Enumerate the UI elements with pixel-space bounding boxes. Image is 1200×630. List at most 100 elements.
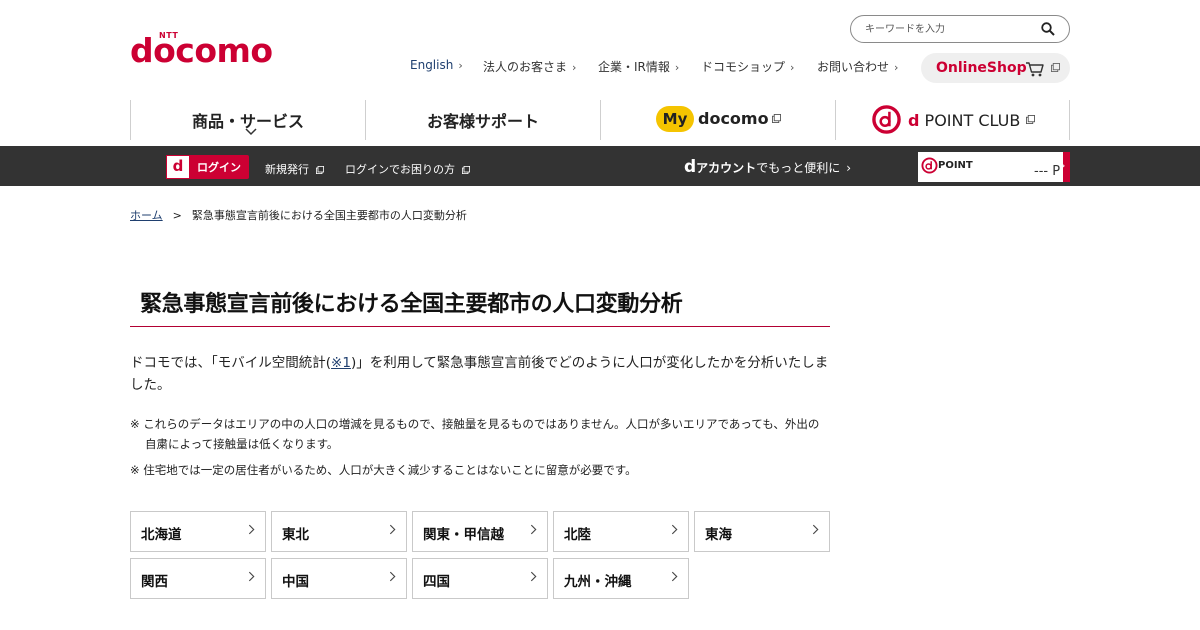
link-ir-label: 企業・IR情報: [598, 60, 670, 74]
logo-wordmark: docomo: [130, 31, 273, 70]
account-bar: d ログイン 新規発行 ログインでお困りの方 dアカウントでもっと便利に › PO…: [0, 146, 1200, 186]
intro-text: ドコモでは、「モバイル空間統計(※1)」を利用して緊急事態宣言前後でどのように人…: [130, 352, 830, 396]
link-corporate-customers[interactable]: 法人のお客さま ›: [483, 58, 576, 75]
link-contact-label: お問い合わせ: [817, 60, 890, 74]
footnote-link[interactable]: ※1: [331, 355, 351, 371]
external-link-icon: [772, 114, 781, 123]
my-docomo-word: docomo: [698, 109, 769, 128]
region-button-hokkaido[interactable]: 北海道: [130, 511, 266, 552]
region-label: 東海: [705, 527, 732, 543]
region-label: 東北: [282, 527, 309, 543]
d-account-tail: でもっと便利に: [756, 161, 841, 175]
region-label: 中国: [282, 574, 309, 590]
d-point-logo-icon: [872, 105, 901, 134]
region-button-kansai[interactable]: 関西: [130, 558, 266, 599]
chevron-down-icon: [245, 128, 257, 136]
online-shop-button[interactable]: OnlineShop: [921, 53, 1070, 83]
region-button-tokai[interactable]: 東海: [694, 511, 830, 552]
d-point-club-word: d POINT CLUB: [908, 111, 1020, 130]
signup-label: 新規発行: [265, 163, 309, 176]
region-label: 北海道: [141, 527, 182, 543]
region-button-shikoku[interactable]: 四国: [412, 558, 548, 599]
gnav-my-docomo[interactable]: My docomo: [600, 100, 835, 140]
d-account-promo-link[interactable]: dアカウントでもっと便利に ›: [684, 157, 851, 177]
link-ir[interactable]: 企業・IR情報 ›: [598, 58, 679, 75]
global-nav: 商品・サービス お客様サポート My docomo d POINT CLUB: [130, 100, 1070, 140]
link-docomo-shop[interactable]: ドコモショップ ›: [701, 58, 794, 75]
chevron-right-icon: ›: [1061, 159, 1066, 172]
region-button-kanto-koshinetsu[interactable]: 関東・甲信越: [412, 511, 548, 552]
gnav-customer-support[interactable]: お客様サポート: [365, 100, 600, 140]
page-title: 緊急事態宣言前後における全国主要都市の人口変動分析: [140, 292, 683, 317]
docomo-logo[interactable]: NTT docomo: [130, 31, 276, 69]
region-label: 関西: [141, 574, 168, 590]
note-contact-volume: ※ これらのデータはエリアの中の人口の増減を見るもので、接触量を見るものではあり…: [130, 417, 820, 451]
chevron-right-icon: ›: [674, 61, 680, 74]
login-trouble-link[interactable]: ログインでお困りの方: [345, 161, 470, 177]
region-label: 九州・沖縄: [564, 574, 632, 590]
link-corporate-label: 法人のお客さま: [483, 60, 568, 74]
intro-before: ドコモでは、「モバイル空間統計(: [130, 355, 332, 371]
chevron-right-icon: [248, 571, 255, 582]
gnav-support-label: お客様サポート: [426, 112, 539, 131]
region-label: 四国: [423, 574, 450, 590]
region-label: 関東・甲信越: [423, 527, 504, 543]
d-point-label: POINT: [938, 160, 973, 171]
chevron-right-icon: [530, 571, 537, 582]
chevron-right-icon: [530, 524, 537, 535]
chevron-right-icon: ›: [458, 59, 463, 72]
signup-link[interactable]: 新規発行: [265, 161, 324, 177]
login-button[interactable]: d ログイン: [166, 155, 249, 179]
region-label: 北陸: [564, 527, 591, 543]
d-point-club-logo: d POINT CLUB: [872, 105, 1042, 135]
link-contact[interactable]: お問い合わせ ›: [817, 58, 898, 75]
chevron-right-icon: [389, 571, 396, 582]
breadcrumb-home[interactable]: ホーム: [130, 209, 163, 222]
link-english[interactable]: English ›: [410, 58, 463, 72]
chevron-right-icon: ›: [572, 61, 577, 74]
search-box: [850, 15, 1070, 43]
external-link-icon: [461, 166, 470, 174]
region-button-kyushu-okinawa[interactable]: 九州・沖縄: [553, 558, 689, 599]
page-title-block: 緊急事態宣言前後における全国主要都市の人口変動分析: [130, 282, 830, 327]
cart-icon: [1026, 62, 1044, 77]
external-link-icon: [315, 166, 324, 174]
d-account-icon: d: [166, 155, 190, 179]
d-point-balance[interactable]: POINT --- P ›: [918, 152, 1070, 182]
link-shop-label: ドコモショップ: [701, 60, 786, 74]
chevron-right-icon: ›: [894, 61, 899, 74]
my-docomo-logo: My docomo: [656, 106, 786, 134]
d-account-word: アカウント: [696, 161, 757, 175]
chevron-right-icon: [812, 524, 819, 535]
login-trouble-label: ログインでお困りの方: [345, 163, 455, 176]
chevron-right-icon: [671, 571, 678, 582]
site-header: NTT docomo English › 法人のお客さま › 企業・IR情報 › ドコ…: [0, 0, 1200, 146]
external-link-icon: [1026, 115, 1035, 124]
breadcrumb: ホーム > 緊急事態宣言前後における全国主要都市の人口変動分析: [130, 207, 467, 223]
d-point-value: --- P: [1034, 164, 1061, 179]
region-button-tohoku[interactable]: 東北: [271, 511, 407, 552]
gnav-d-point-club[interactable]: d POINT CLUB: [835, 100, 1070, 140]
region-button-chugoku[interactable]: 中国: [271, 558, 407, 599]
d-point-club-d: d: [908, 111, 920, 130]
d-account-d: d: [684, 157, 697, 177]
note-residential: ※ 住宅地では一定の居住者がいるため、人口が大きく減少することはないことに留意が…: [130, 463, 637, 477]
login-label: ログイン: [197, 161, 241, 174]
online-shop-label: OnlineShop: [936, 60, 1027, 76]
link-english-label: English: [410, 58, 454, 72]
breadcrumb-current: 緊急事態宣言前後における全国主要都市の人口変動分析: [191, 209, 467, 222]
search-icon[interactable]: [1041, 22, 1055, 36]
d-point-club-text: POINT CLUB: [924, 111, 1021, 130]
gnav-products-services[interactable]: 商品・サービス: [130, 100, 365, 140]
external-link-icon: [1051, 63, 1060, 72]
chevron-right-icon: [671, 524, 678, 535]
region-button-hokuriku[interactable]: 北陸: [553, 511, 689, 552]
chevron-right-icon: [248, 524, 255, 535]
chevron-right-icon: [389, 524, 396, 535]
search-input[interactable]: [865, 21, 1035, 38]
d-point-logo-icon: [921, 157, 938, 174]
chevron-right-icon: ›: [790, 61, 795, 74]
my-badge: My: [656, 106, 694, 132]
chevron-right-icon: ›: [846, 161, 852, 175]
breadcrumb-separator: >: [172, 209, 182, 222]
